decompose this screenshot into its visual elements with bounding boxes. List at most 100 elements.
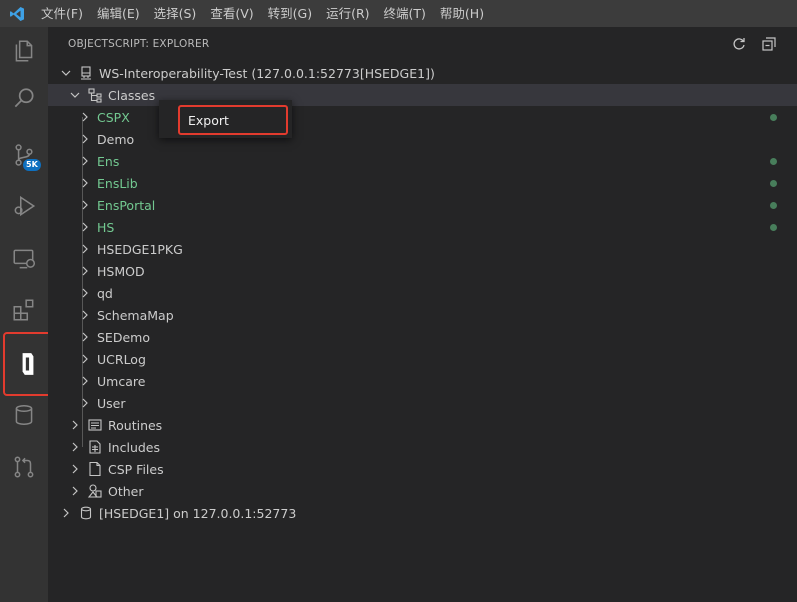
csp-files-label: CSP Files xyxy=(108,461,164,477)
export-menu-item[interactable]: Export xyxy=(178,105,288,135)
package-item[interactable]: Ens xyxy=(48,150,797,172)
panel-actions xyxy=(731,36,777,52)
package-item[interactable]: HS xyxy=(48,216,797,238)
source-control-icon[interactable]: 5K xyxy=(0,131,48,179)
other-node[interactable]: Other xyxy=(48,480,797,502)
database-icon[interactable] xyxy=(0,391,48,439)
menu-run[interactable]: 运行(R) xyxy=(319,0,376,27)
package-item[interactable]: Umcare xyxy=(48,370,797,392)
chevron-right-icon xyxy=(79,309,91,321)
modified-indicator xyxy=(770,113,777,121)
database-icon xyxy=(78,505,94,521)
chevron-right-icon xyxy=(79,155,91,167)
package-label: CSPX xyxy=(97,109,130,125)
refresh-icon[interactable] xyxy=(731,36,747,52)
context-menu: Export xyxy=(159,100,292,138)
chevron-right-icon xyxy=(79,287,91,299)
menu-edit[interactable]: 编辑(E) xyxy=(90,0,147,27)
package-label: HSEDGE1PKG xyxy=(97,241,183,257)
chevron-right-icon xyxy=(79,331,91,343)
package-label: Umcare xyxy=(97,373,146,389)
menu-terminal[interactable]: 终端(T) xyxy=(377,0,433,27)
workspace-node[interactable]: WS-Interoperability-Test (127.0.0.1:5277… xyxy=(48,62,797,84)
chevron-right-icon xyxy=(79,221,91,233)
package-item[interactable]: SEDemo xyxy=(48,326,797,348)
package-item[interactable]: HSEDGE1PKG xyxy=(48,238,797,260)
package-item[interactable]: User xyxy=(48,392,797,414)
menu-file[interactable]: 文件(F) xyxy=(34,0,90,27)
run-debug-icon[interactable] xyxy=(0,182,48,230)
modified-indicator xyxy=(770,179,777,187)
remote-explorer-icon[interactable] xyxy=(0,235,48,283)
package-label: Demo xyxy=(97,131,135,147)
package-label: User xyxy=(97,395,126,411)
chevron-right-icon xyxy=(79,243,91,255)
csp-files-node[interactable]: CSP Files xyxy=(48,458,797,480)
pull-request-icon[interactable] xyxy=(0,443,48,491)
chevron-right-icon xyxy=(79,133,91,145)
modified-indicator xyxy=(770,223,777,231)
collapse-all-icon[interactable] xyxy=(761,36,777,52)
server-icon xyxy=(78,65,94,81)
other-label: Other xyxy=(108,483,144,499)
chevron-right-icon xyxy=(79,353,91,365)
package-label: qd xyxy=(97,285,113,301)
search-icon[interactable] xyxy=(0,75,48,123)
chevron-right-icon xyxy=(79,111,91,123)
menu-go[interactable]: 转到(G) xyxy=(261,0,319,27)
menu-bar: 文件(F) 编辑(E) 选择(S) 查看(V) 转到(G) 运行(R) 终端(T… xyxy=(0,0,797,27)
routines-label: Routines xyxy=(108,417,163,433)
chevron-right-icon xyxy=(79,265,91,277)
package-item[interactable]: UCRLog xyxy=(48,348,797,370)
routines-node[interactable]: Routines xyxy=(48,414,797,436)
package-item[interactable]: EnsLib xyxy=(48,172,797,194)
csp-file-icon xyxy=(87,461,103,477)
workspace-label: WS-Interoperability-Test (127.0.0.1:5277… xyxy=(99,65,435,81)
includes-node[interactable]: Includes xyxy=(48,436,797,458)
server-node[interactable]: [HSEDGE1] on 127.0.0.1:52773 xyxy=(48,502,797,524)
server-label: [HSEDGE1] on 127.0.0.1:52773 xyxy=(99,505,297,521)
chevron-right-icon xyxy=(69,419,81,431)
modified-indicator xyxy=(770,157,777,165)
package-label: EnsPortal xyxy=(97,197,156,213)
chevron-right-icon xyxy=(69,463,81,475)
package-label: SchemaMap xyxy=(97,307,174,323)
routines-icon xyxy=(87,417,103,433)
package-item[interactable]: SchemaMap xyxy=(48,304,797,326)
activity-bar: 5K xyxy=(0,27,53,602)
package-label: EnsLib xyxy=(97,175,138,191)
chevron-right-icon xyxy=(79,199,91,211)
package-item[interactable]: qd xyxy=(48,282,797,304)
package-label: Ens xyxy=(97,153,120,169)
package-label: UCRLog xyxy=(97,351,146,367)
package-item[interactable]: HSMOD xyxy=(48,260,797,282)
modified-indicator xyxy=(770,201,777,209)
package-item[interactable]: EnsPortal xyxy=(48,194,797,216)
menu-help[interactable]: 帮助(H) xyxy=(433,0,491,27)
chevron-right-icon xyxy=(79,397,91,409)
panel-title: OBJECTSCRIPT: EXPLORER xyxy=(68,38,210,50)
includes-label: Includes xyxy=(108,439,161,455)
chevron-down-icon xyxy=(69,89,81,101)
objectscript-icon[interactable] xyxy=(3,332,53,396)
classes-label: Classes xyxy=(108,87,156,103)
chevron-right-icon xyxy=(60,507,72,519)
explorer-icon[interactable] xyxy=(0,27,48,75)
class-hierarchy-icon xyxy=(87,87,103,103)
extensions-icon[interactable] xyxy=(0,286,48,334)
other-icon xyxy=(87,483,103,499)
chevron-right-icon xyxy=(79,375,91,387)
source-control-badge: 5K xyxy=(23,159,41,171)
package-label: HS xyxy=(97,219,115,235)
chevron-down-icon xyxy=(60,67,72,79)
vscode-logo-icon xyxy=(0,0,34,27)
objectscript-explorer-panel: OBJECTSCRIPT: EXPLORER WS-Interoperabili… xyxy=(48,27,797,602)
menu-selection[interactable]: 选择(S) xyxy=(147,0,204,27)
includes-icon xyxy=(87,439,103,455)
chevron-right-icon xyxy=(69,485,81,497)
package-label: HSMOD xyxy=(97,263,145,279)
chevron-right-icon xyxy=(69,441,81,453)
chevron-right-icon xyxy=(79,177,91,189)
menu-view[interactable]: 查看(V) xyxy=(203,0,260,27)
package-label: SEDemo xyxy=(97,329,150,345)
